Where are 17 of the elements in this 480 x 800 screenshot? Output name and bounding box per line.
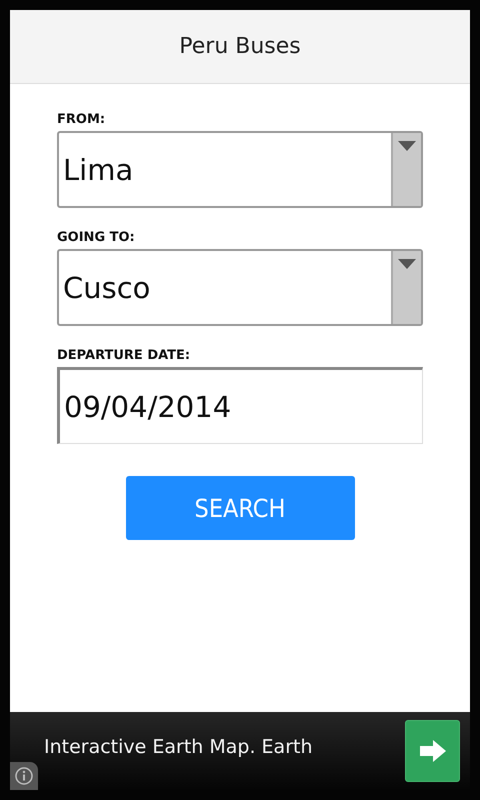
dropdown-arrow-icon (398, 259, 416, 269)
dropdown-field[interactable]: Cusco (57, 249, 423, 326)
field-label: DEPARTURE DATE: (57, 348, 190, 363)
app-title: Peru Buses (179, 34, 301, 59)
field-value: Lima (62, 152, 134, 188)
field-label: GOING TO: (57, 230, 135, 245)
field-value: 09/04/2014 (63, 390, 232, 424)
info-button[interactable] (10, 762, 38, 790)
field-value: Cusco (62, 270, 152, 306)
dropdown-field[interactable]: Lima (57, 131, 423, 208)
dropdown-arrow-icon (398, 141, 416, 151)
arrow-right-icon (420, 740, 446, 762)
field-label: FROM: (57, 112, 106, 127)
date-field[interactable]: 09/04/2014 (57, 367, 423, 444)
go-button[interactable] (405, 720, 460, 782)
ad-text: Interactive Earth Map. Earth (44, 736, 314, 760)
info-icon (15, 767, 33, 785)
